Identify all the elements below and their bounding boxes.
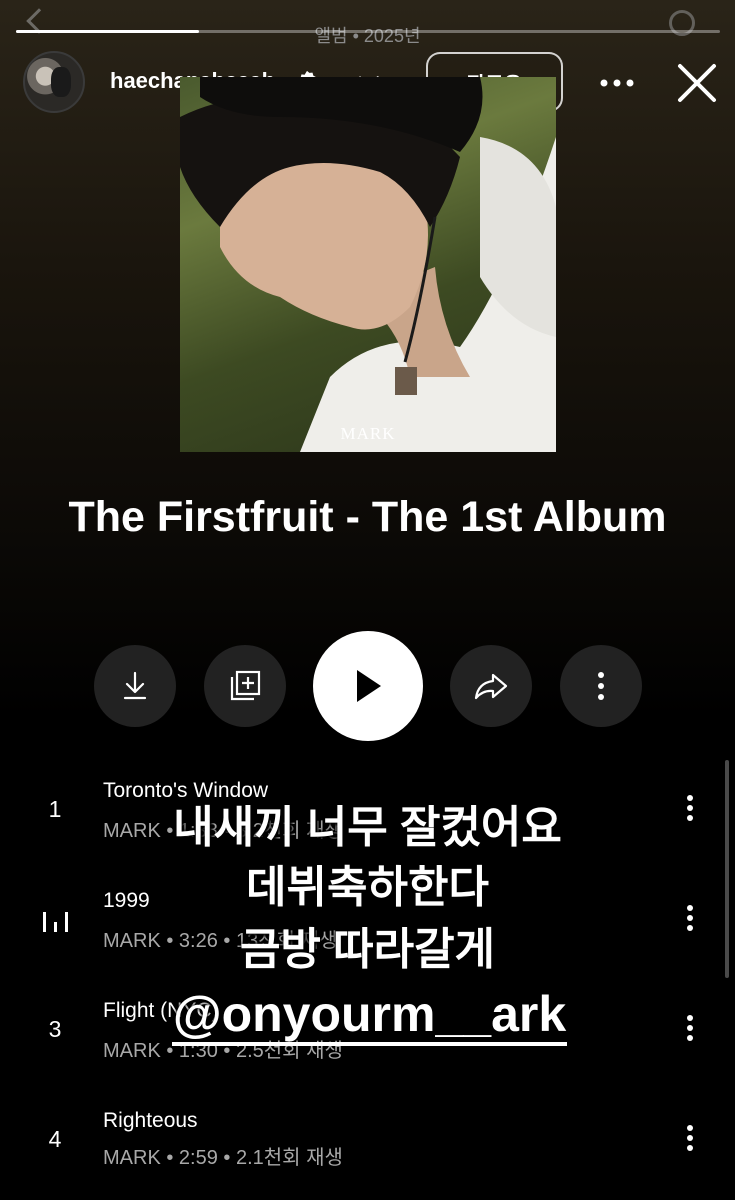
story-text-line-3: 금방 따라갈게 [239, 925, 496, 974]
album-cover: MARK [180, 77, 556, 452]
story-text-line-1: 내새끼 너무 잘컸어요 [173, 803, 562, 852]
track-more-icon[interactable] [686, 1014, 694, 1042]
mention-underline [172, 1042, 567, 1046]
close-icon[interactable] [676, 62, 718, 104]
track-meta: MARK • 2:59 • 2.1천회 재생 [103, 1147, 343, 1169]
more-options-icon[interactable] [600, 79, 634, 87]
track-number: 3 [48, 1016, 62, 1042]
album-subtitle: 앨범 • 2025년 [314, 26, 421, 46]
track-title: Righteous [103, 1109, 198, 1132]
play-icon [357, 670, 381, 702]
album-art-text: MARK [340, 424, 396, 443]
mention-sticker[interactable]: @onyourm__ark [172, 984, 567, 1044]
app-header: 앨범 • 2025년 [0, 8, 735, 48]
download-button[interactable] [94, 645, 176, 727]
track-row[interactable]: 4 Righteous MARK • 2:59 • 2.1천회 재생 [0, 1096, 735, 1186]
add-to-library-button[interactable] [204, 645, 286, 727]
track-more-icon[interactable] [686, 1124, 694, 1152]
avatar[interactable] [23, 51, 85, 113]
album-title: The Firstfruit - The 1st Album [68, 493, 667, 541]
track-number: 4 [48, 1126, 62, 1152]
add-to-library-icon [230, 670, 261, 701]
more-vertical-icon [598, 672, 604, 700]
album-more-button[interactable] [560, 645, 642, 727]
story-text-line-2: 데뷔축하한다 [246, 863, 489, 912]
album-cover-illustration [180, 77, 556, 452]
play-button[interactable] [313, 631, 423, 741]
story-progress-bar [16, 30, 720, 33]
download-icon [123, 671, 147, 700]
share-button[interactable] [450, 645, 532, 727]
story-progress-fill [16, 30, 200, 33]
share-icon [474, 673, 508, 700]
